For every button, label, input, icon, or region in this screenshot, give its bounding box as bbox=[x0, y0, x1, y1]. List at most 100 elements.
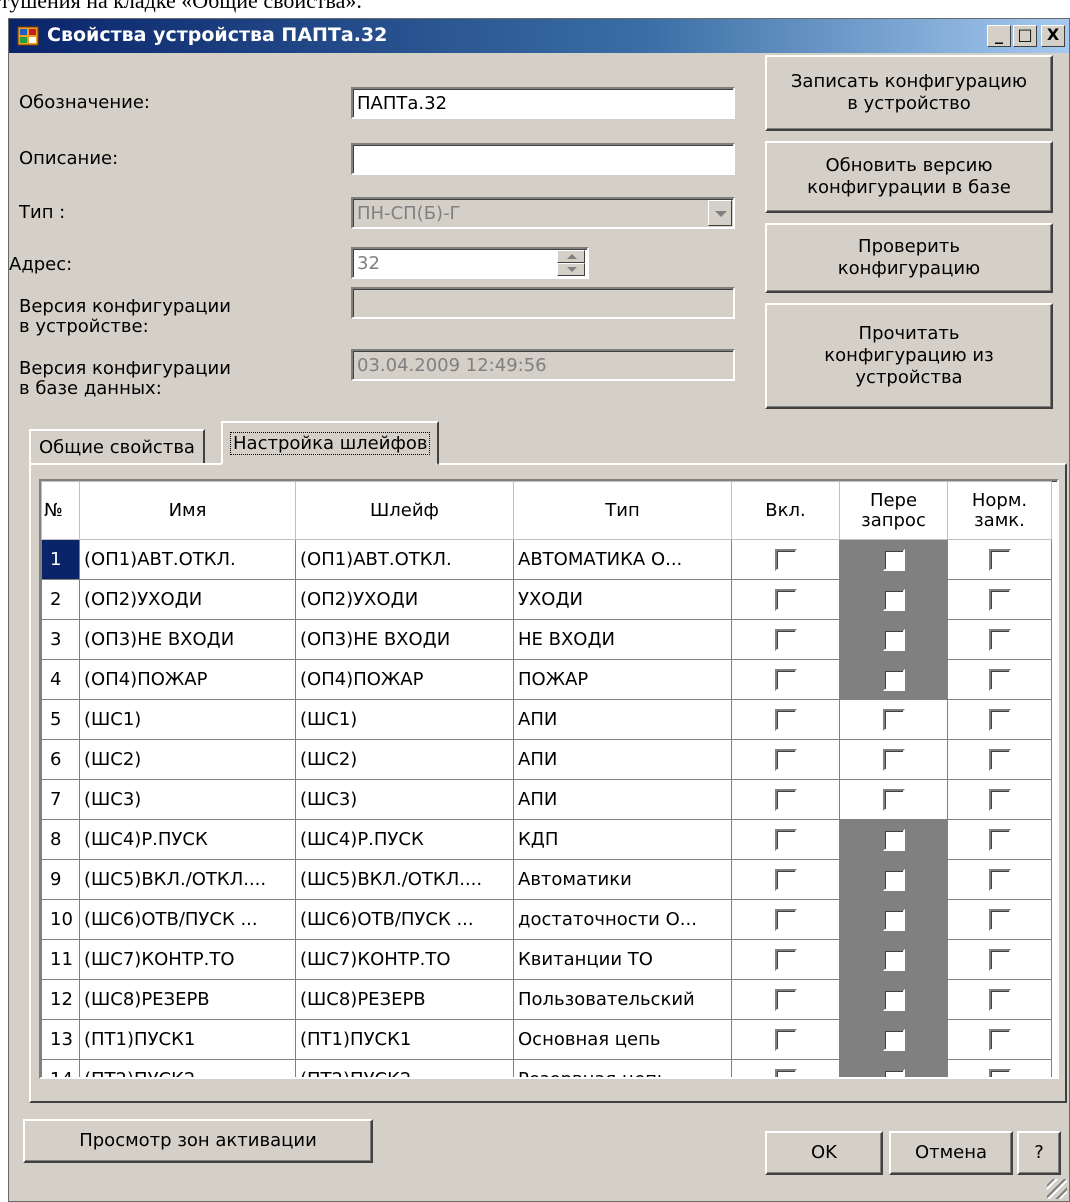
requery-checkbox[interactable] bbox=[882, 1028, 905, 1051]
address-spinbox[interactable]: 32 bbox=[351, 247, 589, 279]
spin-down-icon[interactable] bbox=[557, 263, 585, 276]
cancel-button[interactable]: Отмена bbox=[889, 1131, 1013, 1175]
row-loop[interactable]: (ШС6)ОТВ/ПУСК ... bbox=[295, 899, 514, 940]
row-number[interactable]: 13 bbox=[41, 1019, 80, 1060]
on-checkbox[interactable] bbox=[774, 908, 797, 931]
col-header-requery[interactable]: Пере запрос bbox=[839, 481, 948, 540]
row-number[interactable]: 2 bbox=[41, 579, 80, 620]
row-loop[interactable]: (ШС3) bbox=[295, 779, 514, 820]
norm-closed-checkbox[interactable] bbox=[988, 1028, 1011, 1051]
on-checkbox[interactable] bbox=[774, 1028, 797, 1051]
row-type[interactable]: АПИ bbox=[513, 739, 732, 780]
row-type[interactable]: ПОЖАР bbox=[513, 659, 732, 700]
row-number[interactable]: 3 bbox=[41, 619, 80, 660]
minimize-button[interactable]: _ bbox=[987, 25, 1011, 47]
requery-checkbox[interactable] bbox=[882, 548, 905, 571]
maximize-button[interactable]: □ bbox=[1013, 25, 1037, 47]
norm-closed-checkbox[interactable] bbox=[988, 908, 1011, 931]
row-loop[interactable]: (ОП1)АВТ.ОТКЛ. bbox=[295, 539, 514, 580]
norm-closed-checkbox[interactable] bbox=[988, 548, 1011, 571]
on-checkbox[interactable] bbox=[774, 828, 797, 851]
resize-grip-icon[interactable] bbox=[1047, 1179, 1067, 1199]
row-name[interactable]: (ШС6)ОТВ/ПУСК ... bbox=[79, 899, 296, 940]
tab-general-properties[interactable]: Общие свойства bbox=[29, 429, 205, 465]
tab-loop-settings[interactable]: Настройка шлейфов bbox=[221, 421, 440, 465]
help-button[interactable]: ? bbox=[1017, 1131, 1061, 1175]
spin-up-icon[interactable] bbox=[557, 250, 585, 263]
norm-closed-checkbox[interactable] bbox=[988, 628, 1011, 651]
norm-closed-checkbox[interactable] bbox=[988, 1068, 1011, 1077]
row-number[interactable]: 11 bbox=[41, 939, 80, 980]
row-loop[interactable]: (ШС2) bbox=[295, 739, 514, 780]
row-name[interactable]: (ШС4)Р.ПУСК bbox=[79, 819, 296, 860]
table-row[interactable]: 4 (ОП4)ПОЖАР (ОП4)ПОЖАР ПОЖАР bbox=[41, 659, 1052, 700]
row-type[interactable]: достаточности О... bbox=[513, 899, 732, 940]
row-loop[interactable]: (ОП3)НЕ ВХОДИ bbox=[295, 619, 514, 660]
on-checkbox[interactable] bbox=[774, 628, 797, 651]
norm-closed-checkbox[interactable] bbox=[988, 788, 1011, 811]
table-row[interactable]: 8 (ШС4)Р.ПУСК (ШС4)Р.ПУСК КДП bbox=[41, 819, 1052, 860]
requery-checkbox[interactable] bbox=[882, 788, 905, 811]
requery-checkbox[interactable] bbox=[882, 708, 905, 731]
chevron-down-icon[interactable] bbox=[708, 200, 732, 226]
norm-closed-checkbox[interactable] bbox=[988, 948, 1011, 971]
requery-checkbox[interactable] bbox=[882, 748, 905, 771]
row-type[interactable]: АВТОМАТИКА О... bbox=[513, 539, 732, 580]
designation-field[interactable]: ПАПТа.32 bbox=[351, 87, 735, 119]
row-name[interactable]: (ШС5)ВКЛ./ОТКЛ.... bbox=[79, 859, 296, 900]
col-header-name[interactable]: Имя bbox=[79, 481, 296, 540]
on-checkbox[interactable] bbox=[774, 668, 797, 691]
check-config-button[interactable]: Проверить конфигурацию bbox=[765, 223, 1053, 293]
col-header-on[interactable]: Вкл. bbox=[731, 481, 840, 540]
read-config-button[interactable]: Прочитать конфигурацию из устройства bbox=[765, 303, 1053, 409]
table-row[interactable]: 11 (ШС7)КОНТР.ТО (ШС7)КОНТР.ТО Квитанции ТО bbox=[41, 939, 1052, 980]
row-type[interactable]: АПИ bbox=[513, 779, 732, 820]
on-checkbox[interactable] bbox=[774, 548, 797, 571]
row-name[interactable]: (ШС1) bbox=[79, 699, 296, 740]
description-field[interactable] bbox=[351, 143, 735, 175]
row-number[interactable]: 12 bbox=[41, 979, 80, 1020]
norm-closed-checkbox[interactable] bbox=[988, 668, 1011, 691]
norm-closed-checkbox[interactable] bbox=[988, 868, 1011, 891]
row-name[interactable]: (ШС2) bbox=[79, 739, 296, 780]
row-number[interactable]: 7 bbox=[41, 779, 80, 820]
row-name[interactable]: (ОП3)НЕ ВХОДИ bbox=[79, 619, 296, 660]
row-loop[interactable]: (ОП4)ПОЖАР bbox=[295, 659, 514, 700]
table-row[interactable]: 3 (ОП3)НЕ ВХОДИ (ОП3)НЕ ВХОДИ НЕ ВХОДИ bbox=[41, 619, 1052, 660]
on-checkbox[interactable] bbox=[774, 748, 797, 771]
col-header-norm-closed[interactable]: Норм. замк. bbox=[947, 481, 1052, 540]
row-number[interactable]: 5 bbox=[41, 699, 80, 740]
row-name[interactable]: (ПТ2)ПУСК2 bbox=[79, 1059, 296, 1077]
on-checkbox[interactable] bbox=[774, 1068, 797, 1077]
row-name[interactable]: (ШС8)РЕЗЕРВ bbox=[79, 979, 296, 1020]
norm-closed-checkbox[interactable] bbox=[988, 988, 1011, 1011]
table-row[interactable]: 2 (ОП2)УХОДИ (ОП2)УХОДИ УХОДИ bbox=[41, 579, 1052, 620]
row-loop[interactable]: (ШС1) bbox=[295, 699, 514, 740]
write-config-button[interactable]: Записать конфигурацию в устройство bbox=[765, 55, 1053, 131]
row-type[interactable]: АПИ bbox=[513, 699, 732, 740]
row-name[interactable]: (ОП2)УХОДИ bbox=[79, 579, 296, 620]
col-header-number[interactable]: № bbox=[41, 481, 80, 540]
row-loop[interactable]: (ШС8)РЕЗЕРВ bbox=[295, 979, 514, 1020]
requery-checkbox[interactable] bbox=[882, 828, 905, 851]
row-type[interactable]: Квитанции ТО bbox=[513, 939, 732, 980]
table-row[interactable]: 7 (ШС3) (ШС3) АПИ bbox=[41, 779, 1052, 820]
row-name[interactable]: (ШС3) bbox=[79, 779, 296, 820]
on-checkbox[interactable] bbox=[774, 988, 797, 1011]
table-row[interactable]: 1 (ОП1)АВТ.ОТКЛ. (ОП1)АВТ.ОТКЛ. АВТОМАТИКА … bbox=[41, 539, 1052, 580]
table-row[interactable]: 10 (ШС6)ОТВ/ПУСК ... (ШС6)ОТВ/ПУСК ... дост… bbox=[41, 899, 1052, 940]
close-button[interactable]: X bbox=[1041, 25, 1065, 47]
norm-closed-checkbox[interactable] bbox=[988, 828, 1011, 851]
table-row[interactable]: 13 (ПТ1)ПУСК1 (ПТ1)ПУСК1 Основная цепь bbox=[41, 1019, 1052, 1060]
requery-checkbox[interactable] bbox=[882, 988, 905, 1011]
requery-checkbox[interactable] bbox=[882, 1068, 905, 1077]
row-number[interactable]: 10 bbox=[41, 899, 80, 940]
row-name[interactable]: (ОП4)ПОЖАР bbox=[79, 659, 296, 700]
norm-closed-checkbox[interactable] bbox=[988, 748, 1011, 771]
norm-closed-checkbox[interactable] bbox=[988, 588, 1011, 611]
row-number[interactable]: 4 bbox=[41, 659, 80, 700]
row-number[interactable]: 14 bbox=[41, 1059, 80, 1077]
on-checkbox[interactable] bbox=[774, 948, 797, 971]
title-bar[interactable]: Свойства устройства ПАПТа.32 _ □ X bbox=[9, 19, 1069, 53]
row-type[interactable]: НЕ ВХОДИ bbox=[513, 619, 732, 660]
